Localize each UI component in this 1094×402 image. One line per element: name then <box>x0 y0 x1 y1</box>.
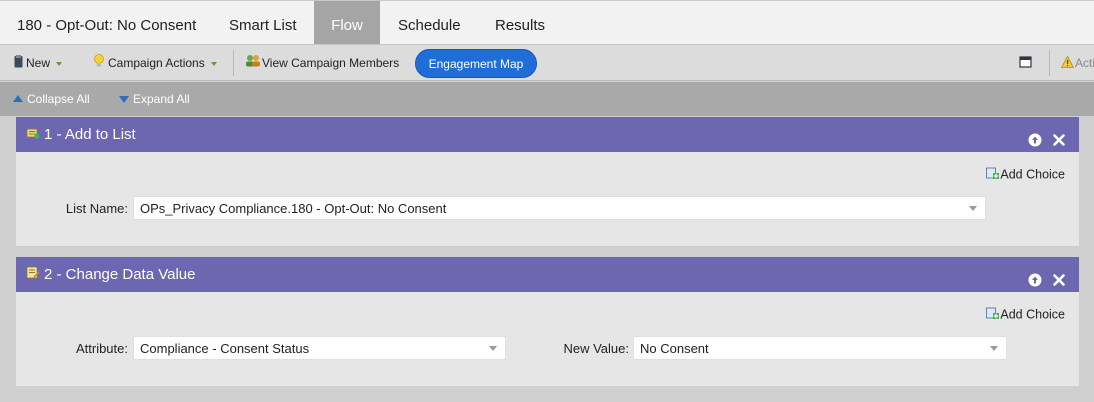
flow-step-add-to-list: 1 - Add to List Add Choice List Name: OP… <box>16 117 1079 246</box>
collapse-all-button[interactable]: Collapse All <box>13 82 90 116</box>
campaign-title: 180 - Opt-Out: No Consent <box>17 17 197 34</box>
add-choice-icon <box>986 167 1000 183</box>
list-name-label: List Name: <box>65 201 128 216</box>
toolbar-divider <box>1049 50 1050 76</box>
attribute-select[interactable]: Compliance - Consent Status <box>133 336 506 360</box>
list-name-value: OPs_Privacy Compliance.180 - Opt-Out: No… <box>140 201 447 216</box>
attribute-value: Compliance - Consent Status <box>140 341 310 356</box>
toolbar: New Campaign Actions View Campaign Membe… <box>0 44 1094 81</box>
add-choice-button[interactable]: Add Choice <box>986 307 1065 323</box>
flow-step-title: 2 - Change Data Value <box>44 266 196 283</box>
add-choice-label: Add Choice <box>1000 307 1065 322</box>
members-icon <box>245 46 261 82</box>
view-campaign-members-button[interactable]: View Campaign Members <box>245 45 399 81</box>
toolbar-divider <box>233 50 234 76</box>
flow-step-title: 1 - Add to List <box>44 126 136 143</box>
edit-data-icon <box>26 257 40 292</box>
chevron-down-icon <box>969 206 977 211</box>
attribute-label: Attribute: <box>75 341 128 356</box>
close-icon[interactable] <box>1051 266 1067 286</box>
view-campaign-members-label: View Campaign Members <box>262 56 400 70</box>
list-add-icon <box>26 117 40 152</box>
add-choice-label: Add Choice <box>1000 167 1065 182</box>
chevron-down-icon <box>990 346 998 351</box>
activate-button[interactable]: Acti <box>1060 45 1094 82</box>
tab-bar: 180 - Opt-Out: No Consent Smart List Flo… <box>0 0 1094 44</box>
tab-smart-list[interactable]: Smart List <box>229 1 297 44</box>
list-name-select[interactable]: OPs_Privacy Compliance.180 - Opt-Out: No… <box>133 196 986 220</box>
chevron-down-icon <box>210 61 217 66</box>
flow-step-change-data-value: 2 - Change Data Value Add Choice Attribu… <box>16 257 1079 386</box>
window-icon <box>1019 46 1032 82</box>
new-value-select[interactable]: No Consent <box>633 336 1007 360</box>
new-document-icon <box>14 46 23 82</box>
expand-icon <box>119 96 129 104</box>
collapse-icon <box>13 95 23 103</box>
close-icon[interactable] <box>1051 126 1067 146</box>
tab-schedule[interactable]: Schedule <box>398 1 461 44</box>
campaign-actions-menu-button[interactable]: Campaign Actions <box>93 45 217 81</box>
campaign-actions-label: Campaign Actions <box>108 56 205 70</box>
window-toggle-button[interactable] <box>1019 45 1035 81</box>
new-value-value: No Consent <box>640 341 709 356</box>
lightbulb-icon <box>93 46 105 82</box>
chevron-down-icon <box>56 61 63 66</box>
flow-step-header[interactable]: 1 - Add to List <box>16 117 1079 152</box>
engagement-map-button[interactable]: Engagement Map <box>415 49 537 78</box>
expand-all-button[interactable]: Expand All <box>119 82 190 116</box>
collapse-bar: Collapse All Expand All <box>0 82 1094 116</box>
flow-step-header[interactable]: 2 - Change Data Value <box>16 257 1079 292</box>
collapse-all-label: Collapse All <box>27 92 90 106</box>
new-menu-button[interactable]: New <box>14 45 63 82</box>
activate-label: Acti <box>1075 56 1094 70</box>
add-choice-icon <box>986 307 1000 323</box>
add-choice-button[interactable]: Add Choice <box>986 167 1065 183</box>
chevron-down-icon <box>489 346 497 351</box>
tab-flow[interactable]: Flow <box>314 1 380 44</box>
expand-all-label: Expand All <box>133 92 190 106</box>
move-up-icon[interactable] <box>1027 266 1043 287</box>
new-label: New <box>26 56 51 70</box>
new-value-label: New Value: <box>563 341 629 356</box>
move-up-icon[interactable] <box>1027 126 1043 147</box>
warning-icon <box>1060 46 1075 82</box>
tab-results[interactable]: Results <box>495 1 545 44</box>
